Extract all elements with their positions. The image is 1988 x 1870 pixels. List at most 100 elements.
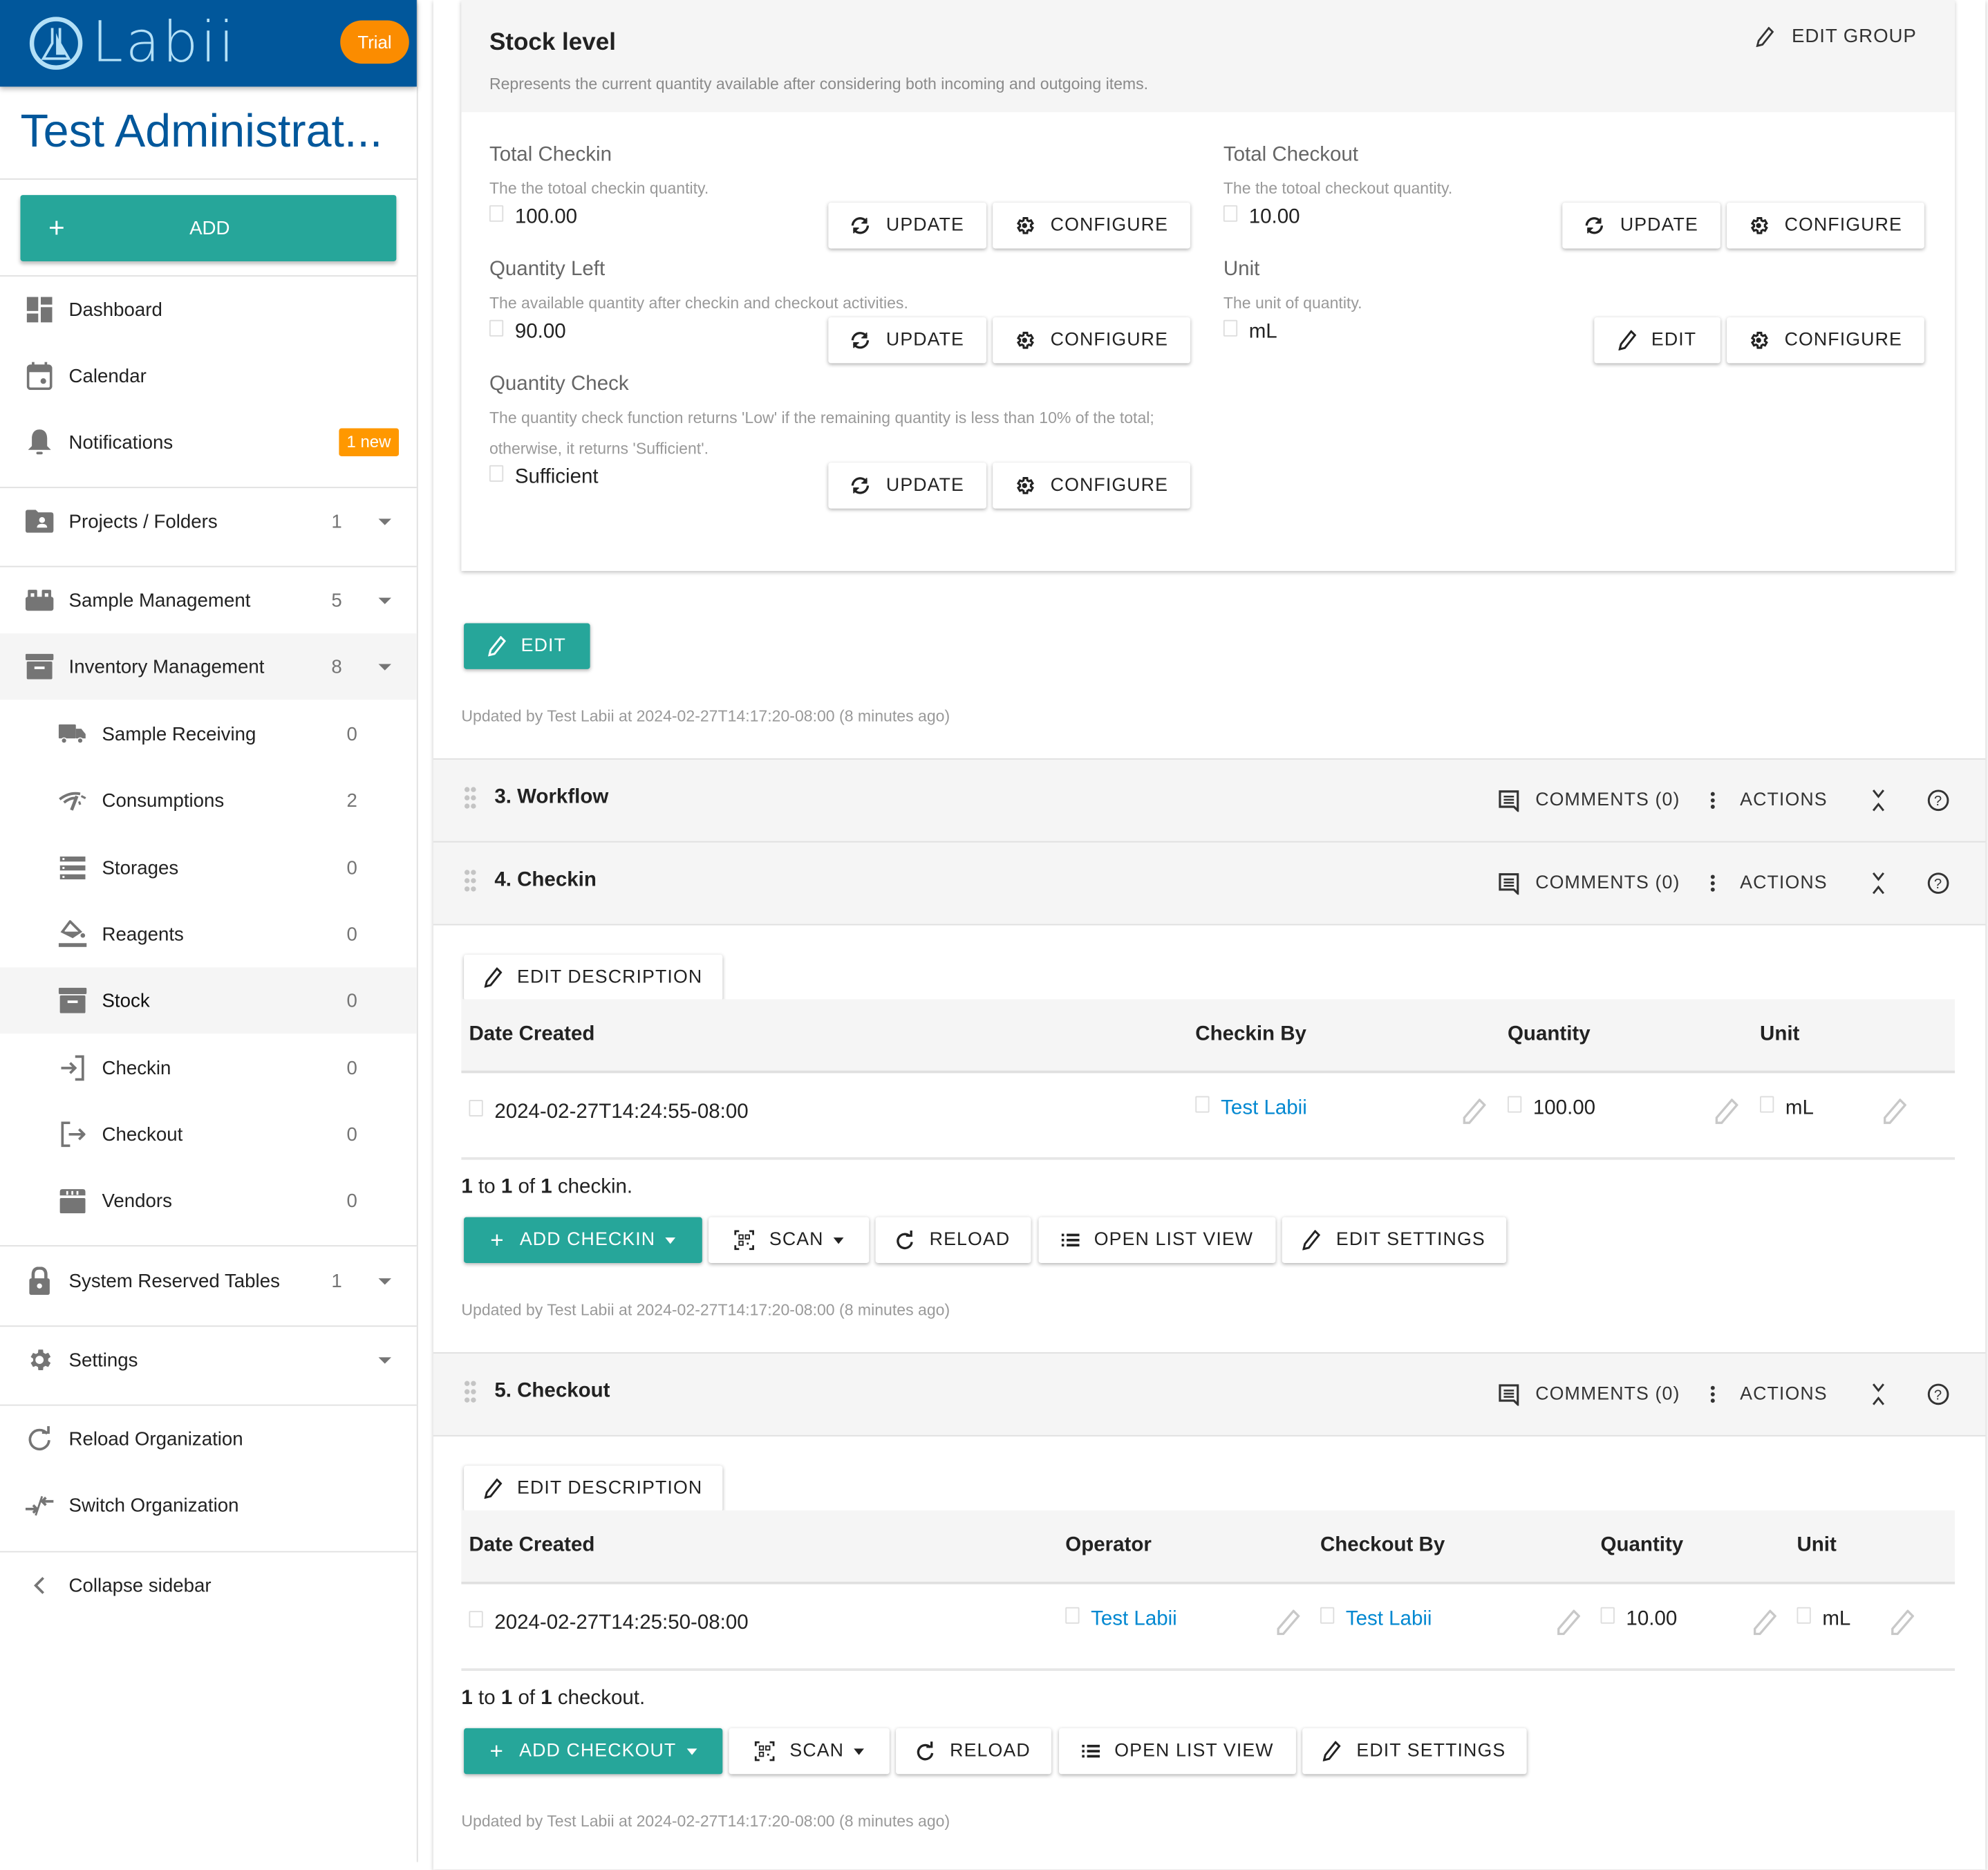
edit-button[interactable]: EDIT <box>1594 317 1720 364</box>
update-button[interactable]: UPDATE <box>1562 203 1720 249</box>
column-header[interactable]: Quantity <box>1601 1535 1684 1558</box>
copy-icon[interactable] <box>1065 1606 1080 1623</box>
sidebar-item-inventory-management[interactable]: Inventory Management 8 <box>0 633 417 700</box>
open-list-view-button[interactable]: OPEN LIST VIEW <box>1059 1728 1296 1775</box>
column-header[interactable]: Unit <box>1797 1535 1836 1558</box>
sidebar-item-calendar[interactable]: Calendar <box>0 343 417 409</box>
chevron-down-icon[interactable] <box>378 597 391 604</box>
drag-handle-icon[interactable] <box>464 1381 476 1403</box>
collapse-section-button[interactable] <box>1870 1383 1886 1405</box>
sidebar-item-switch-organization[interactable]: Switch Organization <box>0 1472 417 1538</box>
scan-button[interactable]: SCAN <box>729 1728 890 1775</box>
edit-settings-button[interactable]: EDIT SETTINGS <box>1282 1217 1507 1264</box>
sidebar-item-system-reserved-tables[interactable]: System Reserved Tables 1 <box>0 1248 417 1314</box>
help-button[interactable]: ? <box>1927 789 1950 812</box>
pencil-icon[interactable] <box>1753 1609 1776 1636</box>
column-header[interactable]: Operator <box>1065 1535 1152 1558</box>
add-checkin-button[interactable]: + ADD CHECKIN <box>464 1217 702 1264</box>
edit-description-button[interactable]: EDIT DESCRIPTION <box>464 954 723 1001</box>
cell-checkout-by[interactable]: Test Labii <box>1320 1606 1432 1631</box>
copy-icon[interactable] <box>489 464 504 481</box>
configure-button[interactable]: CONFIGURE <box>993 317 1190 364</box>
update-button[interactable]: UPDATE <box>828 317 986 364</box>
pencil-icon[interactable] <box>1891 1609 1915 1636</box>
sidebar-item-sample-receiving[interactable]: Sample Receiving 0 <box>0 701 417 767</box>
update-button[interactable]: UPDATE <box>828 203 986 249</box>
column-header[interactable]: Checkin By <box>1195 1023 1306 1046</box>
collapse-section-button[interactable] <box>1870 872 1886 895</box>
help-button[interactable]: ? <box>1927 872 1950 895</box>
copy-icon[interactable] <box>1223 319 1238 336</box>
comments-button[interactable]: COMMENTS (0) <box>1499 789 1680 812</box>
labii-logo[interactable]: Labii <box>28 15 237 71</box>
pencil-icon[interactable] <box>1463 1098 1486 1124</box>
sidebar-item-settings[interactable]: Settings <box>0 1327 417 1393</box>
cell-link[interactable]: Test Labii <box>1221 1097 1307 1120</box>
drag-handle-icon[interactable] <box>464 869 476 892</box>
pencil-icon[interactable] <box>1557 1609 1581 1636</box>
chevron-down-icon[interactable] <box>378 518 391 525</box>
cell-link[interactable]: Test Labii <box>1346 1609 1432 1631</box>
cell-operator[interactable]: Test Labii <box>1065 1606 1177 1631</box>
copy-icon[interactable] <box>1797 1606 1811 1623</box>
column-header[interactable]: Date Created <box>469 1023 594 1046</box>
sidebar-item-stock[interactable]: Stock 0 <box>0 967 417 1034</box>
sidebar-item-checkout[interactable]: Checkout 0 <box>0 1101 417 1168</box>
copy-icon[interactable] <box>1760 1095 1774 1112</box>
sidebar-item-projects-folders[interactable]: Projects / Folders 1 <box>0 488 417 554</box>
copy-icon[interactable] <box>1320 1606 1335 1623</box>
column-header[interactable]: Quantity <box>1508 1023 1591 1046</box>
chevron-down-icon[interactable] <box>378 663 391 670</box>
copy-icon[interactable] <box>1223 204 1238 221</box>
actions-button[interactable]: ACTIONS <box>1711 873 1835 893</box>
copy-icon[interactable] <box>1600 1606 1615 1623</box>
cell-checkin-by[interactable]: Test Labii <box>1195 1095 1307 1120</box>
configure-button[interactable]: CONFIGURE <box>993 462 1190 509</box>
update-button[interactable]: UPDATE <box>828 462 986 509</box>
edit-group-button[interactable]: EDIT GROUP <box>1756 26 1916 47</box>
copy-icon[interactable] <box>469 1099 483 1116</box>
edit-settings-button[interactable]: EDIT SETTINGS <box>1302 1728 1527 1775</box>
configure-button[interactable]: CONFIGURE <box>1727 317 1924 364</box>
sidebar-item-reload-organization[interactable]: Reload Organization <box>0 1405 417 1472</box>
sidebar-item-reagents[interactable]: Reagents 0 <box>0 901 417 967</box>
column-header[interactable]: Date Created <box>469 1535 594 1558</box>
actions-button[interactable]: ACTIONS <box>1711 790 1835 811</box>
column-header[interactable]: Checkout By <box>1320 1535 1445 1558</box>
sidebar-item-sample-management[interactable]: Sample Management 5 <box>0 567 417 633</box>
copy-icon[interactable] <box>489 319 504 336</box>
pencil-icon[interactable] <box>1715 1098 1738 1124</box>
sidebar-item-vendors[interactable]: Vendors 0 <box>0 1168 417 1234</box>
configure-button[interactable]: CONFIGURE <box>1727 203 1924 249</box>
reload-button[interactable]: RELOAD <box>896 1728 1051 1775</box>
sidebar-item-notifications[interactable]: Notifications 1 new <box>0 409 417 476</box>
trial-badge[interactable]: Trial <box>340 20 409 64</box>
add-button[interactable]: + ADD <box>20 195 397 261</box>
chevron-down-icon[interactable] <box>378 1278 391 1284</box>
scan-button[interactable]: SCAN <box>709 1217 870 1264</box>
sidebar-item-checkin[interactable]: Checkin 0 <box>0 1035 417 1101</box>
copy-icon[interactable] <box>1507 1095 1522 1112</box>
copy-icon[interactable] <box>1195 1095 1210 1112</box>
comments-button[interactable]: COMMENTS (0) <box>1499 1383 1680 1405</box>
collapse-sidebar-button[interactable]: Collapse sidebar <box>0 1553 417 1619</box>
help-button[interactable]: ? <box>1927 1383 1950 1405</box>
configure-button[interactable]: CONFIGURE <box>993 203 1190 249</box>
column-header[interactable]: Unit <box>1760 1023 1799 1046</box>
pencil-icon[interactable] <box>1277 1609 1300 1636</box>
sidebar-item-consumptions[interactable]: Consumptions 2 <box>0 767 417 834</box>
comments-button[interactable]: COMMENTS (0) <box>1499 872 1680 895</box>
copy-icon[interactable] <box>489 204 504 221</box>
edit-description-button[interactable]: EDIT DESCRIPTION <box>464 1466 723 1512</box>
actions-button[interactable]: ACTIONS <box>1711 1384 1835 1405</box>
edit-stock-button[interactable]: EDIT <box>464 623 590 669</box>
sidebar-item-dashboard[interactable]: Dashboard <box>0 277 417 343</box>
collapse-section-button[interactable] <box>1870 789 1886 812</box>
chevron-down-icon[interactable] <box>378 1356 391 1363</box>
add-checkout-button[interactable]: + ADD CHECKOUT <box>464 1728 723 1775</box>
sidebar-item-storages[interactable]: Storages 0 <box>0 835 417 901</box>
cell-link[interactable]: Test Labii <box>1091 1609 1177 1631</box>
reload-button[interactable]: RELOAD <box>875 1217 1031 1264</box>
copy-icon[interactable] <box>469 1610 483 1627</box>
open-list-view-button[interactable]: OPEN LIST VIEW <box>1038 1217 1276 1264</box>
